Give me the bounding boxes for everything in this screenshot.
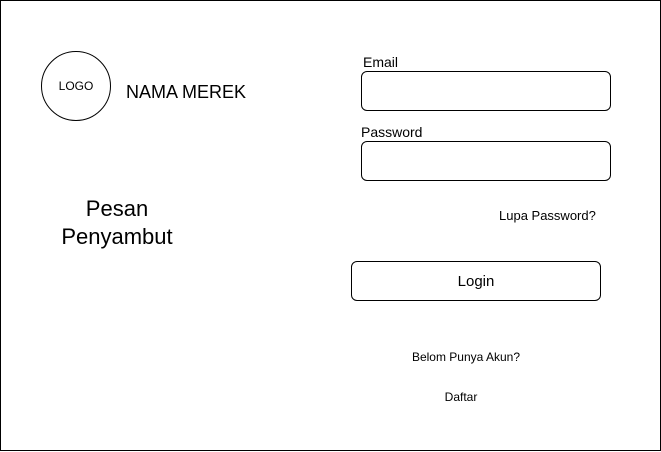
brand-name: NAMA MEREK: [126, 82, 247, 102]
register-link[interactable]: Daftar: [421, 389, 501, 405]
logo: LOGO: [41, 51, 111, 121]
password-field[interactable]: [361, 141, 611, 181]
welcome-line-2: Penyambut: [61, 224, 173, 249]
login-button[interactable]: Login: [351, 261, 601, 301]
forgot-password-link[interactable]: Lupa Password?: [499, 208, 596, 224]
welcome-line-1: Pesan: [85, 196, 149, 221]
email-field[interactable]: [361, 71, 611, 111]
password-label: Password: [361, 124, 423, 140]
welcome-message: Pesan Penyambut: [41, 195, 193, 251]
email-label: Email: [363, 54, 399, 70]
no-account-text: Belom Punya Akun?: [411, 350, 521, 364]
logo-text: LOGO: [58, 79, 94, 93]
login-page-frame: LOGO NAMA MEREK Pesan Penyambut Email Pa…: [0, 0, 661, 451]
